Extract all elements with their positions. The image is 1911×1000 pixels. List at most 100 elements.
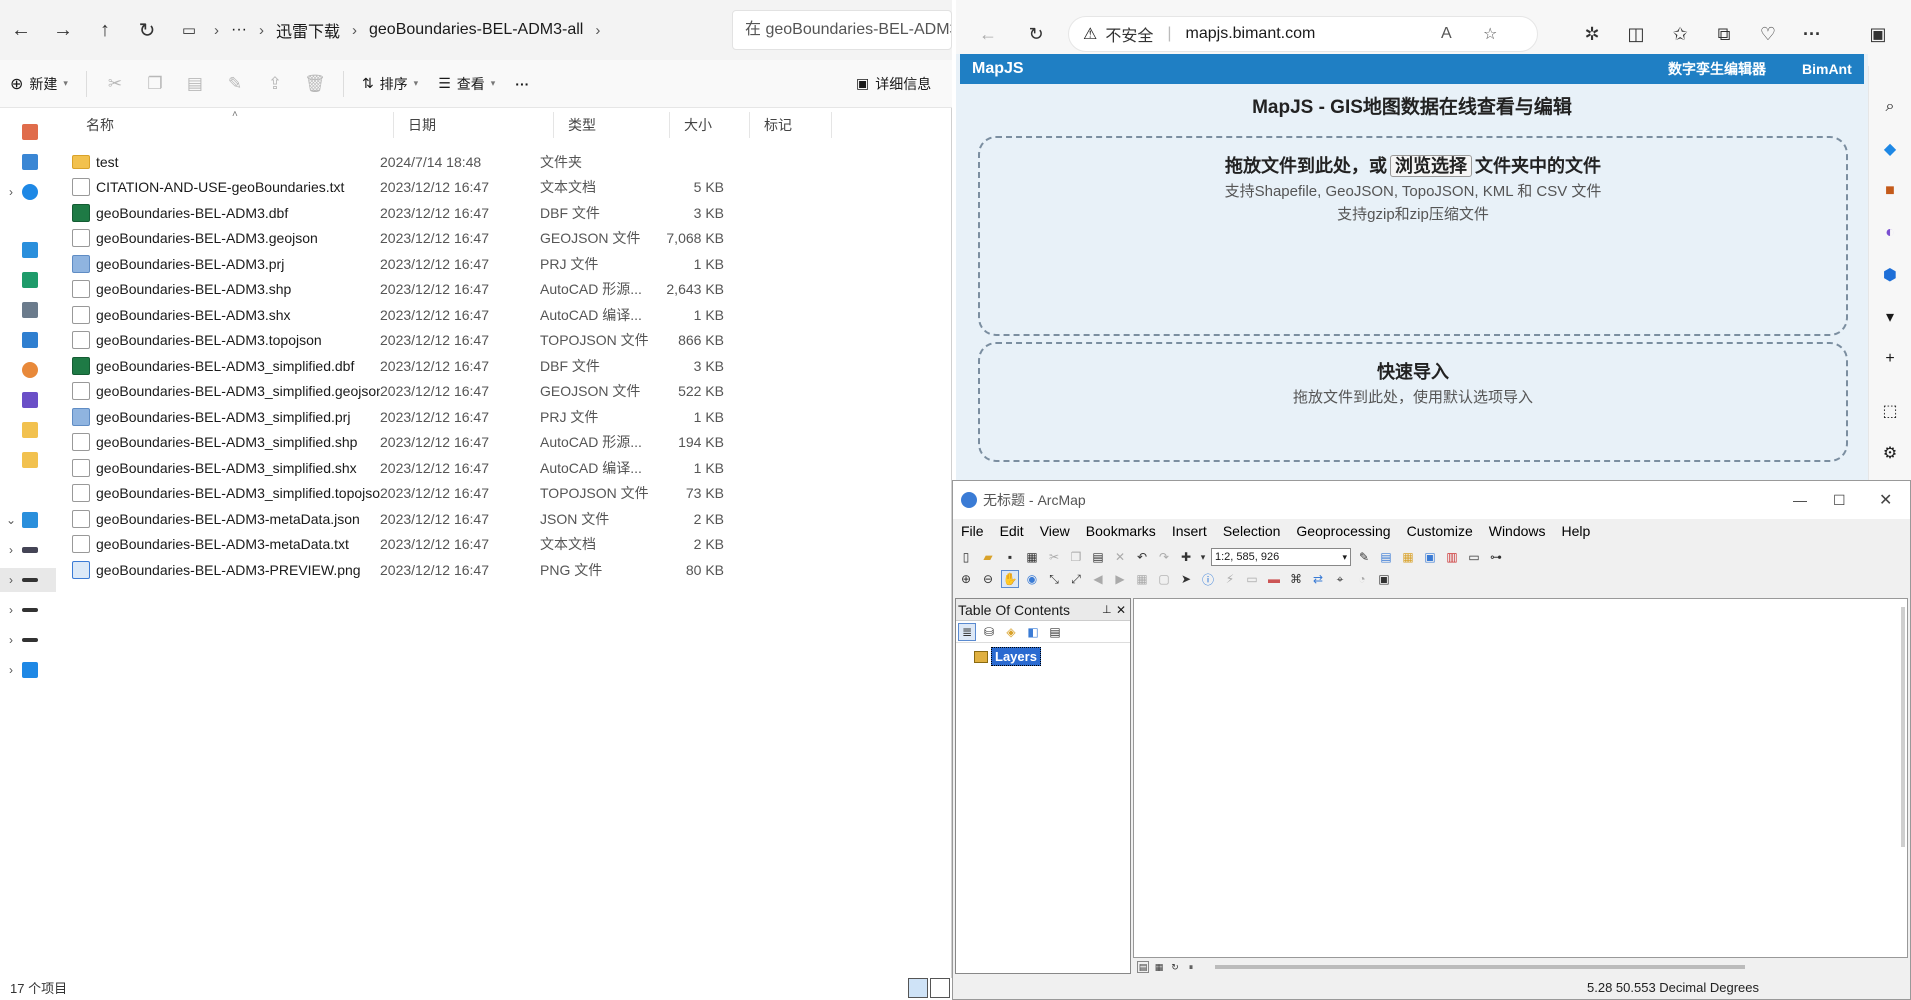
fixed-zoom-in-icon[interactable]: ⤡ xyxy=(1045,570,1063,588)
paste-icon[interactable]: ▤ xyxy=(1089,548,1107,566)
minimize-icon[interactable]: — xyxy=(1793,492,1807,508)
map-vertical-scrollbar[interactable] xyxy=(1901,607,1905,847)
menu-windows[interactable]: Windows xyxy=(1481,523,1554,539)
sort-button[interactable]: ⇅ 排序 ▾ xyxy=(352,68,428,100)
microsoft-365-icon[interactable]: ⬢ xyxy=(1879,264,1901,286)
read-aloud-icon[interactable]: A xyxy=(1441,25,1452,43)
add-data-icon[interactable]: ✚ xyxy=(1177,548,1195,566)
undo-icon[interactable]: ↶ xyxy=(1133,548,1151,566)
nav-item-home[interactable] xyxy=(0,120,56,144)
details-pane-button[interactable]: ▣ 详细信息 xyxy=(846,68,941,100)
list-by-visibility-icon[interactable]: ◈ xyxy=(1002,623,1020,641)
column-header-type[interactable]: 类型 xyxy=(554,112,670,138)
details-view-icon[interactable] xyxy=(908,978,928,998)
previous-extent-icon[interactable]: ◀ xyxy=(1089,570,1107,588)
header-link-bimant[interactable]: BimAnt xyxy=(1802,61,1852,77)
app-name[interactable]: MapJS xyxy=(972,60,1024,78)
extensions-icon[interactable]: ✲ xyxy=(1578,20,1606,48)
select-elements-icon[interactable]: ➤ xyxy=(1177,570,1195,588)
forward-arrow-icon[interactable]: → xyxy=(42,10,84,50)
breadcrumb-overflow[interactable]: ··· xyxy=(223,21,255,39)
nav-item-network[interactable]: › xyxy=(0,658,56,682)
favorite-star-icon[interactable]: ☆ xyxy=(1483,24,1497,44)
copy-icon[interactable]: ❐ xyxy=(135,68,175,100)
toc-options-icon[interactable]: ▤ xyxy=(1046,623,1064,641)
shopping-tag-icon[interactable]: ◆ xyxy=(1879,138,1901,160)
nav-item-desktop[interactable] xyxy=(0,238,56,262)
pan-hand-icon[interactable]: ✋ xyxy=(1001,570,1019,588)
menu-file[interactable]: File xyxy=(953,523,992,539)
layout-view-icon[interactable]: ▦ xyxy=(1153,961,1165,973)
browser-essentials-icon[interactable]: ♡ xyxy=(1754,20,1782,48)
search-input[interactable]: 在 geoBoundaries-BEL-ADM3- xyxy=(732,10,952,50)
nav-item-folder-2[interactable] xyxy=(0,448,56,472)
paste-icon[interactable]: ▤ xyxy=(175,68,215,100)
go-to-xy-icon[interactable]: ⌖ xyxy=(1331,570,1349,588)
measure-icon[interactable]: ▬ xyxy=(1265,570,1283,588)
favorites-icon[interactable]: ✩ xyxy=(1666,20,1694,48)
header-link-twin-editor[interactable]: 数字孪生编辑器 xyxy=(1668,59,1766,79)
back-arrow-icon[interactable]: ← xyxy=(0,10,42,50)
column-header-date[interactable]: 日期 xyxy=(394,112,554,138)
tiles-view-icon[interactable] xyxy=(930,978,950,998)
nav-item-drive-2[interactable]: › xyxy=(0,568,56,592)
monitor-icon[interactable]: ▭ xyxy=(168,10,210,50)
redo-icon[interactable]: ↷ xyxy=(1155,548,1173,566)
zoom-out-icon[interactable]: ⊖ xyxy=(979,570,997,588)
search-icon[interactable]: ⌕ xyxy=(1879,96,1901,118)
full-extent-icon[interactable]: ◉ xyxy=(1023,570,1041,588)
nav-item-music[interactable] xyxy=(0,358,56,382)
pin-icon[interactable]: ⊥ xyxy=(1102,603,1112,616)
more-menu-icon[interactable]: ··· xyxy=(1798,20,1826,48)
nav-item-this-pc[interactable]: ⌄ xyxy=(0,508,56,532)
open-folder-icon[interactable]: ▰ xyxy=(979,548,997,566)
cut-icon[interactable]: ✂ xyxy=(95,68,135,100)
settings-gear-icon[interactable]: ⚙ xyxy=(1879,442,1901,464)
browse-button[interactable]: 浏览选择 xyxy=(1390,155,1472,177)
file-dropzone[interactable]: 拖放文件到此处，或 浏览选择 文件夹中的文件 支持Shapefile, GeoJSO… xyxy=(978,136,1848,336)
table-of-contents-icon[interactable]: ▤ xyxy=(1377,548,1395,566)
list-by-source-icon[interactable]: ⛁ xyxy=(980,623,998,641)
maximize-icon[interactable]: ☐ xyxy=(1833,492,1846,509)
split-screen-icon[interactable]: ◫ xyxy=(1622,20,1650,48)
copy-icon[interactable]: ❐ xyxy=(1067,548,1085,566)
clear-selection-icon[interactable]: ▢ xyxy=(1155,570,1173,588)
toc-layers-item[interactable]: Layers xyxy=(974,647,1130,666)
nav-item-onedrive[interactable]: › xyxy=(0,180,56,204)
time-slider-icon[interactable]: ◔ xyxy=(1353,570,1371,588)
close-icon[interactable]: ✕ xyxy=(1879,490,1892,510)
cut-icon[interactable]: ✂ xyxy=(1045,548,1063,566)
refresh-icon[interactable]: ↻ xyxy=(1022,20,1050,48)
menu-help[interactable]: Help xyxy=(1554,523,1599,539)
share-icon[interactable]: ⇪ xyxy=(255,68,295,100)
fixed-zoom-out-icon[interactable]: ⤢ xyxy=(1067,570,1085,588)
delete-icon[interactable]: 🗑 xyxy=(295,68,335,100)
menu-view[interactable]: View xyxy=(1032,523,1078,539)
more-options-button[interactable]: ··· xyxy=(505,68,539,100)
nav-item-documents[interactable] xyxy=(0,298,56,322)
menu-selection[interactable]: Selection xyxy=(1215,523,1289,539)
next-extent-icon[interactable]: ▶ xyxy=(1111,570,1129,588)
column-header-size[interactable]: 大小 xyxy=(670,112,750,138)
print-icon[interactable]: ▦ xyxy=(1023,548,1041,566)
save-icon[interactable]: ▪ xyxy=(1001,548,1019,566)
file-row[interactable]: geoBoundaries-BEL-ADM3-PREVIEW.png 2023/1… xyxy=(72,554,752,585)
select-features-icon[interactable]: ▦ xyxy=(1133,570,1151,588)
menu-insert[interactable]: Insert xyxy=(1164,523,1215,539)
nav-item-folder-1[interactable] xyxy=(0,418,56,442)
nav-item-downloads[interactable] xyxy=(0,268,56,292)
catalog-icon[interactable]: ▦ xyxy=(1399,548,1417,566)
breadcrumb-item-current[interactable]: geoBoundaries-BEL-ADM3-all xyxy=(361,21,591,39)
nav-item-drive-1[interactable]: › xyxy=(0,538,56,562)
nav-item-videos[interactable] xyxy=(0,388,56,412)
html-popup-icon[interactable]: ▭ xyxy=(1243,570,1261,588)
back-arrow-icon[interactable]: ← xyxy=(974,20,1002,48)
map-display[interactable] xyxy=(1133,598,1908,958)
hyperlink-icon[interactable]: ⚡ xyxy=(1221,570,1239,588)
quick-import-dropzone[interactable]: 快速导入 拖放文件到此处，使用默认选项导入 xyxy=(978,342,1848,462)
games-icon[interactable]: ◐ xyxy=(1879,222,1901,244)
delete-icon[interactable]: ✕ xyxy=(1111,548,1129,566)
sidebar-toggle-icon[interactable]: ▣ xyxy=(1864,20,1892,48)
close-icon[interactable]: ✕ xyxy=(1116,603,1126,617)
add-icon[interactable]: + xyxy=(1879,348,1901,370)
